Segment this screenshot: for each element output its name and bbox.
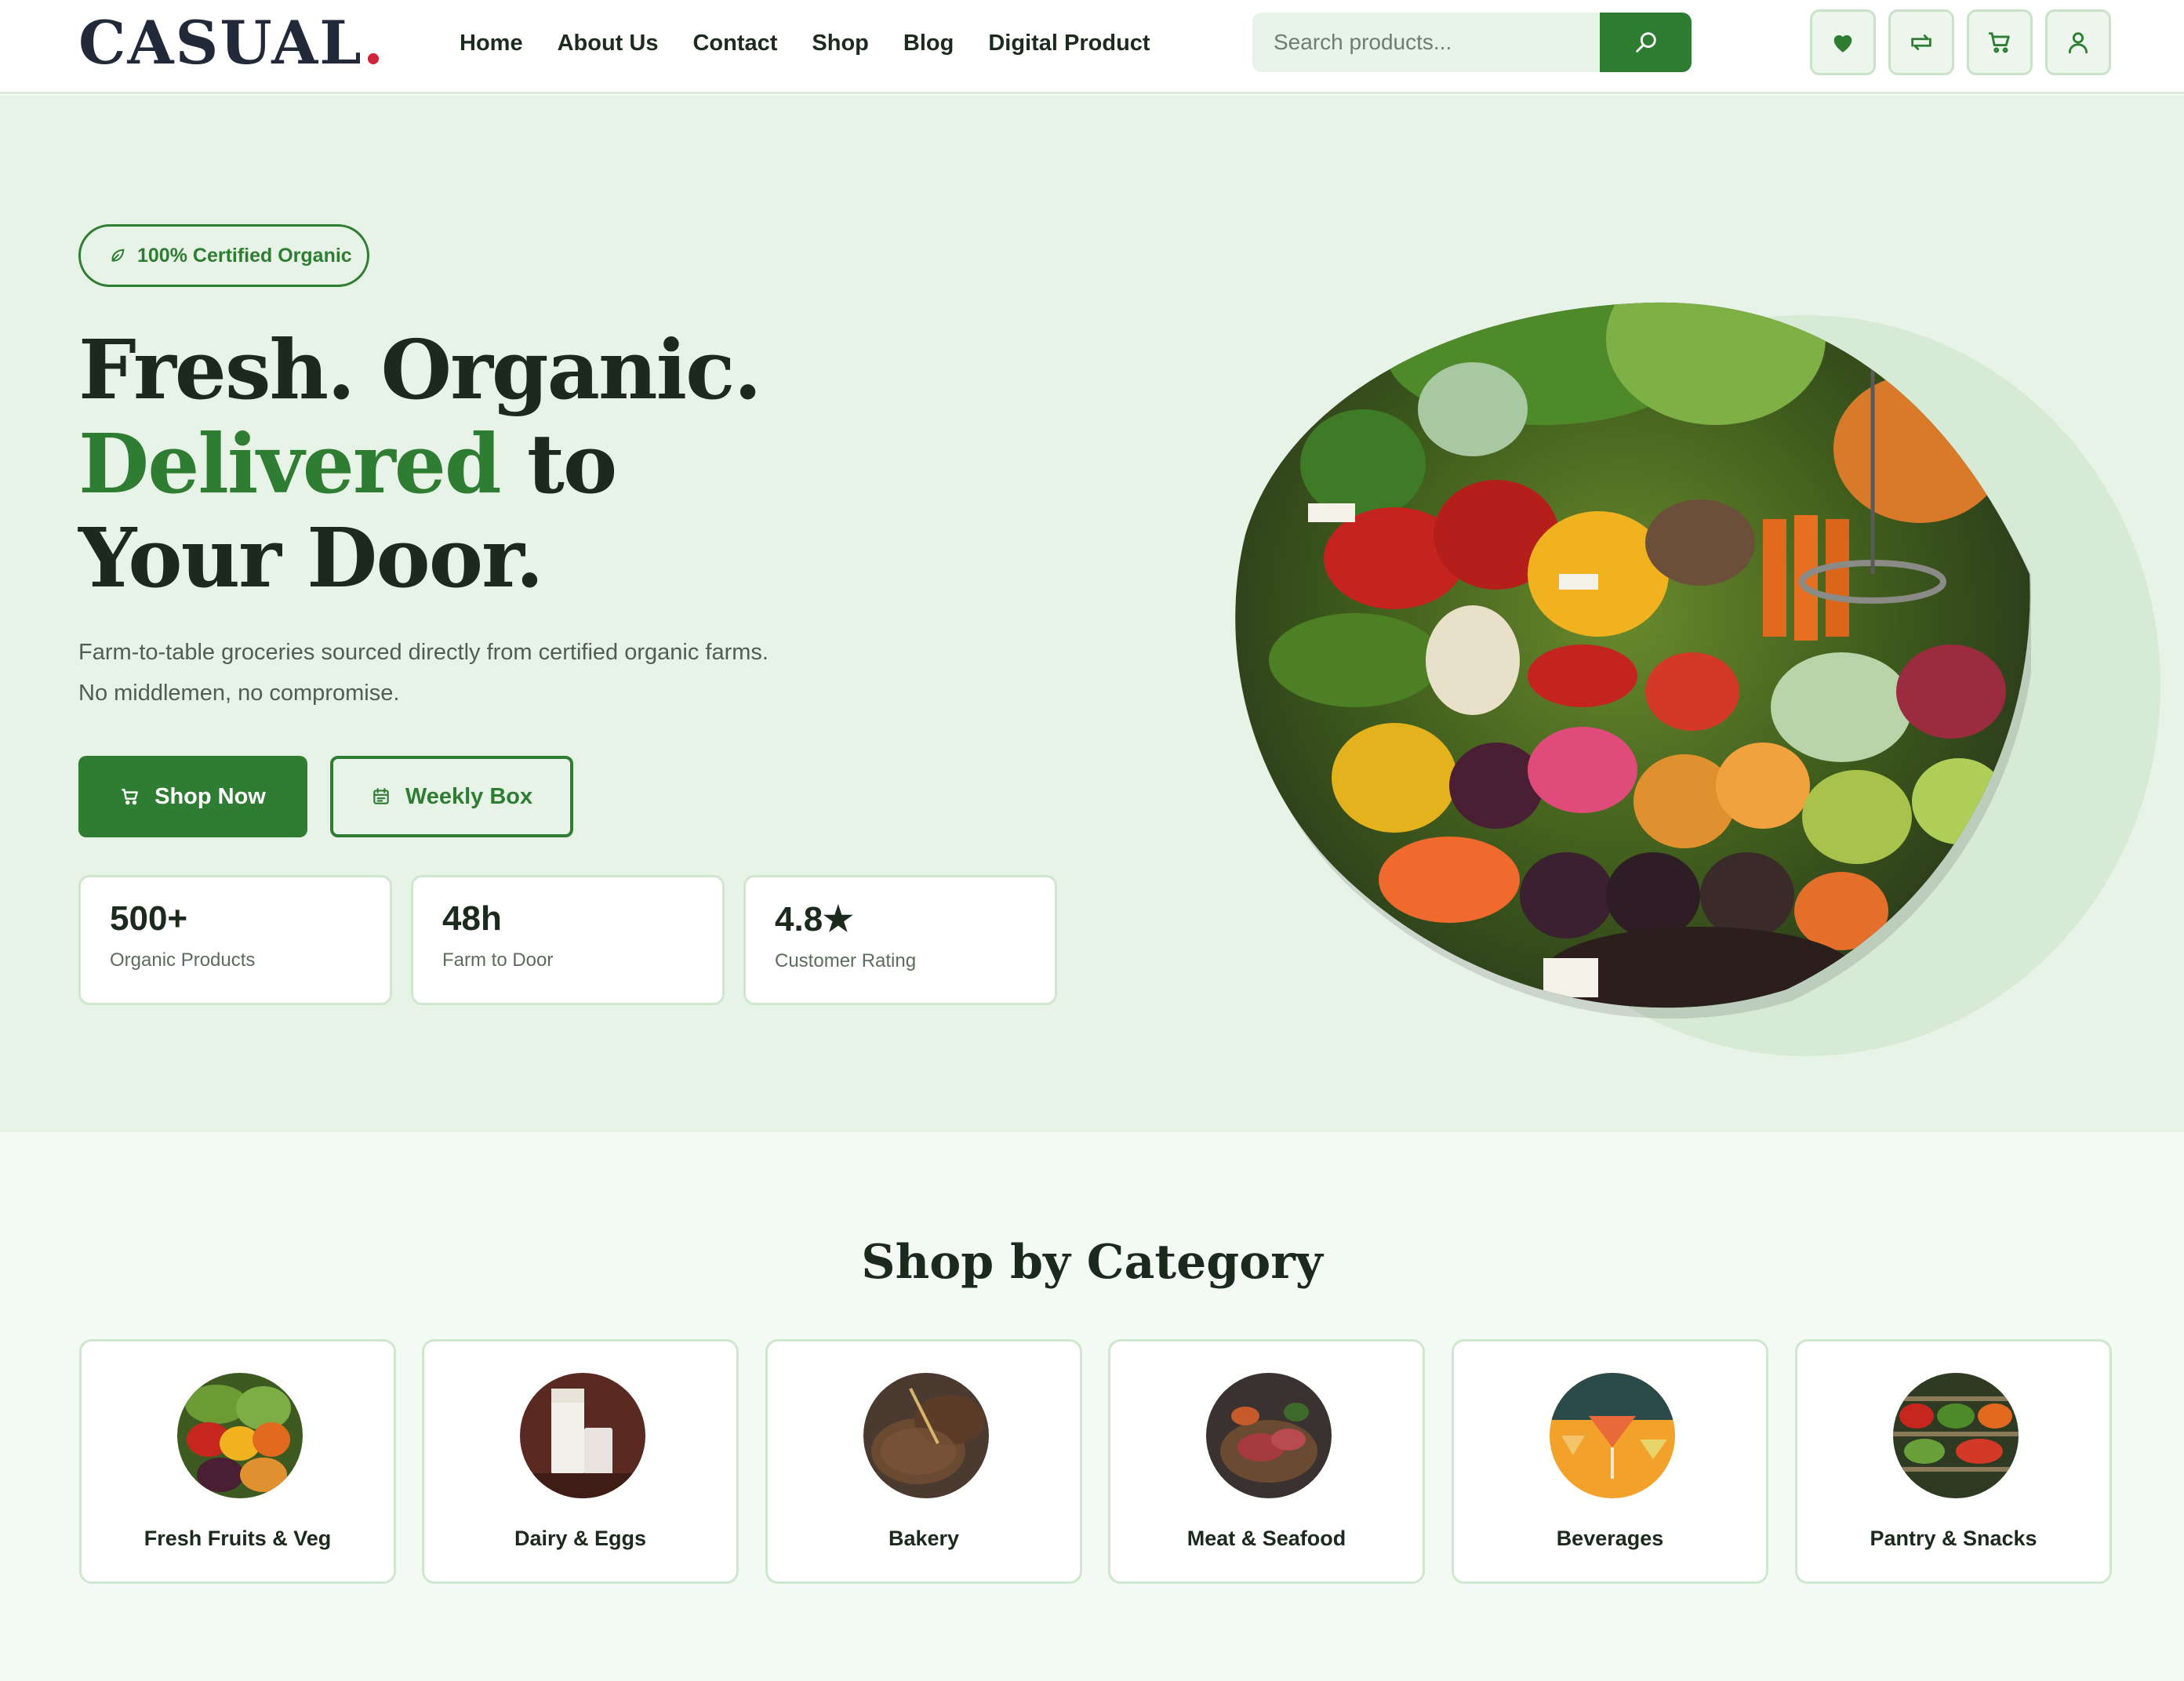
hero-subtitle: Farm-to-table groceries sourced directly… xyxy=(78,632,941,713)
organic-badge: 100% Certified Organic xyxy=(78,224,369,287)
stat-card-delivery: 48h Farm to Door xyxy=(411,875,725,1005)
weekly-box-label: Weekly Box xyxy=(405,783,533,809)
hero-produce-image xyxy=(1235,302,2031,1019)
logo-dot: . xyxy=(362,7,386,78)
nav-shop[interactable]: Shop xyxy=(812,31,869,56)
stat-label: Farm to Door xyxy=(442,949,554,971)
nav-blog[interactable]: Blog xyxy=(903,31,954,56)
bakery-thumbnail xyxy=(863,1373,989,1498)
meat-seafood-thumbnail xyxy=(1206,1373,1332,1498)
headline-highlight: Delivered xyxy=(78,416,502,512)
weekly-box-button[interactable]: Weekly Box xyxy=(330,756,573,837)
category-card-dairy-eggs[interactable]: Dairy & Eggs xyxy=(422,1339,739,1584)
cart-icon xyxy=(1988,32,2010,53)
main-nav: Home About Us Contact Shop Blog Digital … xyxy=(460,0,1150,86)
stat-value: 500+ xyxy=(110,899,188,938)
category-label: Meat & Seafood xyxy=(1186,1527,1346,1550)
user-icon xyxy=(2068,32,2088,54)
beverages-thumbnail xyxy=(1550,1373,1675,1498)
category-label: Bakery xyxy=(888,1527,960,1550)
site-header: CASUAL. Home About Us Contact Shop Blog … xyxy=(0,0,2184,94)
wishlist-button[interactable] xyxy=(1810,9,1876,75)
headline-line-1: Fresh. Organic. xyxy=(78,321,762,418)
shop-now-label: Shop Now xyxy=(154,783,266,809)
nav-home[interactable]: Home xyxy=(460,31,523,56)
headline-line-3: Your Door. xyxy=(78,510,544,606)
stat-label: Customer Rating xyxy=(775,950,917,971)
search-bar xyxy=(1252,13,1692,72)
subtitle-line-2: No middlemen, no compromise. xyxy=(78,681,400,706)
cart-button[interactable] xyxy=(1967,9,2033,75)
category-label: Fresh Fruits & Veg xyxy=(144,1527,332,1550)
categories-title: Shop by Category xyxy=(861,1235,1323,1290)
shop-now-button[interactable]: Shop Now xyxy=(78,756,307,837)
stat-value: 48h xyxy=(442,899,502,938)
cart-icon xyxy=(122,789,138,805)
compare-icon xyxy=(1911,34,1931,50)
brand-logo[interactable]: CASUAL. xyxy=(78,8,385,78)
nav-contact[interactable]: Contact xyxy=(692,31,777,56)
category-card-fruits-veg[interactable]: Fresh Fruits & Veg xyxy=(79,1339,396,1584)
category-card-pantry-snacks[interactable]: Pantry & Snacks xyxy=(1795,1339,2112,1584)
category-label: Dairy & Eggs xyxy=(514,1527,647,1550)
subtitle-line-1: Farm-to-table groceries sourced directly… xyxy=(78,640,769,665)
stat-card-products: 500+ Organic Products xyxy=(78,875,392,1005)
heart-icon xyxy=(1833,34,1852,53)
category-card-meat-seafood[interactable]: Meat & Seafood xyxy=(1108,1339,1425,1584)
compare-button[interactable] xyxy=(1888,9,1954,75)
pantry-snacks-thumbnail xyxy=(1893,1373,2019,1498)
category-card-bakery[interactable]: Bakery xyxy=(765,1339,1082,1584)
headline-line-2: to xyxy=(500,416,617,512)
dairy-eggs-thumbnail xyxy=(520,1373,645,1498)
stat-label: Organic Products xyxy=(110,949,256,971)
category-label: Beverages xyxy=(1556,1527,1664,1550)
hero-headline: Fresh. Organic. Delivered to Your Door. xyxy=(78,321,762,606)
logo-text: CASUAL xyxy=(78,7,363,78)
stat-card-rating: 4.8★ Customer Rating xyxy=(743,875,1057,1005)
search-icon xyxy=(1635,32,1656,53)
stat-value: 4.8★ xyxy=(775,900,854,939)
leaf-icon xyxy=(111,249,125,262)
nav-digital-product[interactable]: Digital Product xyxy=(988,31,1150,56)
fruits-veg-thumbnail xyxy=(177,1373,303,1498)
category-card-beverages[interactable]: Beverages xyxy=(1452,1339,1768,1584)
search-input[interactable] xyxy=(1252,13,1597,72)
hero-section: 100% Certified Organic Fresh. Organic. D… xyxy=(0,96,2184,1132)
nav-about-us[interactable]: About Us xyxy=(558,31,659,56)
category-label: Pantry & Snacks xyxy=(1870,1527,2037,1550)
search-button[interactable] xyxy=(1600,13,1692,72)
badge-label: 100% Certified Organic xyxy=(137,244,352,267)
account-button[interactable] xyxy=(2045,9,2111,75)
calendar-icon xyxy=(373,788,389,804)
